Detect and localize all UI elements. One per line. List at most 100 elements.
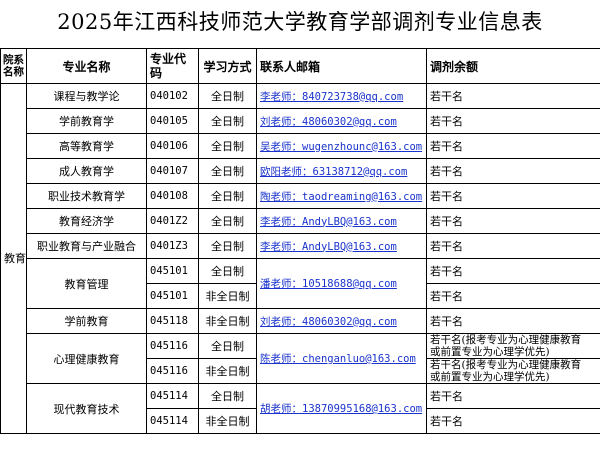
contact-cell: 李老师：840723738@qq.com xyxy=(256,83,427,109)
page-title: 2025年江西科技师范大学教育学部调剂专业信息表 xyxy=(57,10,543,34)
quota-remark-line1: 若干名(报考专业为心理健康教育 xyxy=(430,359,582,372)
contact-cell: 胡老师：13870995168@163.com xyxy=(256,383,427,434)
header-contact: 联系人邮箱 xyxy=(256,48,427,84)
major-cell: 学前教育学 xyxy=(26,108,147,134)
major-cell: 职业教育与产业融合 xyxy=(26,233,147,259)
contact-email-link[interactable]: 刘老师：48060302@qq.com xyxy=(260,116,397,128)
major-cell: 教育管理 xyxy=(26,258,147,309)
header-quota: 调剂余额 xyxy=(426,48,600,84)
quota-cell: 若干名 xyxy=(426,108,600,134)
mode-cell: 全日制 xyxy=(198,333,257,359)
quota-cell: 若干名 xyxy=(426,183,600,209)
major-cell: 现代教育技术 xyxy=(26,383,147,434)
major-cell: 职业技术教育学 xyxy=(26,183,147,209)
mode-cell: 全日制 xyxy=(198,233,257,259)
contact-email-link[interactable]: 欧阳老师：63138712@qq.com xyxy=(260,166,407,178)
contact-email-link[interactable]: 李老师：AndyLBQ@163.com xyxy=(260,216,397,228)
contact-email-link[interactable]: 吴老师：wugenzhounc@163.com xyxy=(260,141,422,153)
code-cell: 045116 xyxy=(146,333,199,359)
table-row: 教育经济学 0401Z2 全日制 李老师：AndyLBQ@163.com 若干名 xyxy=(1,208,600,234)
major-cell: 课程与教学论 xyxy=(26,83,147,109)
contact-cell: 刘老师：48060302@qq.com xyxy=(256,308,427,334)
code-cell: 045101 xyxy=(146,258,199,284)
mode-cell: 全日制 xyxy=(198,108,257,134)
contact-email-link[interactable]: 陈老师：chenganluo@163.com xyxy=(260,353,416,365)
contact-cell: 李老师：AndyLBQ@163.com xyxy=(256,233,427,259)
mode-cell: 全日制 xyxy=(198,183,257,209)
major-cell: 成人教育学 xyxy=(26,158,147,184)
header-mode: 学习方式 xyxy=(198,48,257,84)
contact-cell: 李老师：AndyLBQ@163.com xyxy=(256,208,427,234)
header-dept: 院系名称 xyxy=(0,48,27,84)
table-row: 职业教育与产业融合 0401Z3 全日制 李老师：AndyLBQ@163.com… xyxy=(1,233,600,259)
contact-email-link[interactable]: 陶老师：taodreaming@163.com xyxy=(260,191,422,203)
mode-cell: 非全日制 xyxy=(198,283,257,309)
code-cell: 045114 xyxy=(146,408,199,434)
code-cell: 0401Z3 xyxy=(146,233,199,259)
mode-cell: 全日制 xyxy=(198,383,257,409)
quota-cell: 若干名 xyxy=(426,283,600,309)
table-row: 职业技术教育学 040108 全日制 陶老师：taodreaming@163.c… xyxy=(1,183,600,209)
department-cell: 教育学部 xyxy=(0,83,27,434)
code-cell: 0401Z2 xyxy=(146,208,199,234)
contact-cell: 陈老师：chenganluo@163.com xyxy=(256,333,427,384)
quota-remark-line2: 或前置专业为心理学优先) xyxy=(430,371,550,383)
code-cell: 040108 xyxy=(146,183,199,209)
code-cell: 040107 xyxy=(146,158,199,184)
code-cell: 045114 xyxy=(146,383,199,409)
quota-cell: 若干名(报考专业为心理健康教育 或前置专业为心理学优先) xyxy=(426,358,600,384)
major-cell: 教育经济学 xyxy=(26,208,147,234)
table-row: 现代教育技术 045114 全日制 胡老师：13870995168@163.co… xyxy=(1,383,600,434)
quota-cell: 若干名(报考专业为心理健康教育 或前置专业为心理学优先) xyxy=(426,333,600,359)
quota-remark-line2: 或前置专业为心理学优先) xyxy=(430,346,550,358)
table-row: 高等教育学 040106 全日制 吴老师：wugenzhounc@163.com… xyxy=(1,133,600,159)
table-row: 教育管理 045101 全日制 潘老师：10518688@qq.com 若干名 xyxy=(1,258,600,309)
department-name: 教育学部 xyxy=(4,252,26,265)
header-row: 院系名称 专业名称 专业代码 学习方式 联系人邮箱 调剂余额 xyxy=(0,48,600,84)
quota-cell: 若干名 xyxy=(426,233,600,259)
code-cell: 045118 xyxy=(146,308,199,334)
contact-email-link[interactable]: 李老师：AndyLBQ@163.com xyxy=(260,241,397,253)
header-major: 专业名称 xyxy=(26,48,147,84)
contact-cell: 陶老师：taodreaming@163.com xyxy=(256,183,427,209)
major-cell: 高等教育学 xyxy=(26,133,147,159)
mode-cell: 全日制 xyxy=(198,208,257,234)
quota-cell: 若干名 xyxy=(426,383,600,409)
contact-cell: 潘老师：10518688@qq.com xyxy=(256,258,427,309)
mode-cell: 全日制 xyxy=(198,133,257,159)
quota-cell: 若干名 xyxy=(426,208,600,234)
mode-cell: 非全日制 xyxy=(198,408,257,434)
table-row: 成人教育学 040107 全日制 欧阳老师：63138712@qq.com 若干… xyxy=(1,158,600,184)
mode-cell: 全日制 xyxy=(198,258,257,284)
code-cell: 040106 xyxy=(146,133,199,159)
contact-cell: 刘老师：48060302@qq.com xyxy=(256,108,427,134)
table-row: 心理健康教育 045116 全日制 陈老师：chenganluo@163.com… xyxy=(1,333,600,384)
mode-cell: 非全日制 xyxy=(198,358,257,384)
major-cell: 学前教育 xyxy=(26,308,147,334)
contact-email-link[interactable]: 刘老师：48060302@qq.com xyxy=(260,316,397,328)
code-cell: 045116 xyxy=(146,358,199,384)
contact-email-link[interactable]: 潘老师：10518688@qq.com xyxy=(260,278,397,290)
quota-cell: 若干名 xyxy=(426,308,600,334)
contact-cell: 欧阳老师：63138712@qq.com xyxy=(256,158,427,184)
quota-cell: 若干名 xyxy=(426,408,600,434)
table-row: 学前教育学 040105 全日制 刘老师：48060302@qq.com 若干名 xyxy=(1,108,600,134)
contact-email-link[interactable]: 胡老师：13870995168@163.com xyxy=(260,403,422,415)
major-cell: 心理健康教育 xyxy=(26,333,147,384)
quota-cell: 若干名 xyxy=(426,158,600,184)
quota-cell: 若干名 xyxy=(426,133,600,159)
table-row: 教育学部 课程与教学论 040102 全日制 李老师：840723738@qq.… xyxy=(0,83,600,434)
mode-cell: 全日制 xyxy=(198,158,257,184)
quota-remark-line1: 若干名(报考专业为心理健康教育 xyxy=(430,334,582,347)
adjustment-table: 院系名称 专业名称 专业代码 学习方式 联系人邮箱 调剂余额 教育学部 课程与教… xyxy=(0,48,600,434)
code-cell: 040102 xyxy=(146,83,199,109)
code-cell: 040105 xyxy=(146,108,199,134)
quota-cell: 若干名 xyxy=(426,258,600,284)
mode-cell: 全日制 xyxy=(198,83,257,109)
header-code: 专业代码 xyxy=(146,48,199,84)
code-cell: 045101 xyxy=(146,283,199,309)
contact-email-link[interactable]: 李老师：840723738@qq.com xyxy=(260,91,403,103)
quota-cell: 若干名 xyxy=(426,83,600,109)
mode-cell: 非全日制 xyxy=(198,308,257,334)
contact-cell: 吴老师：wugenzhounc@163.com xyxy=(256,133,427,159)
